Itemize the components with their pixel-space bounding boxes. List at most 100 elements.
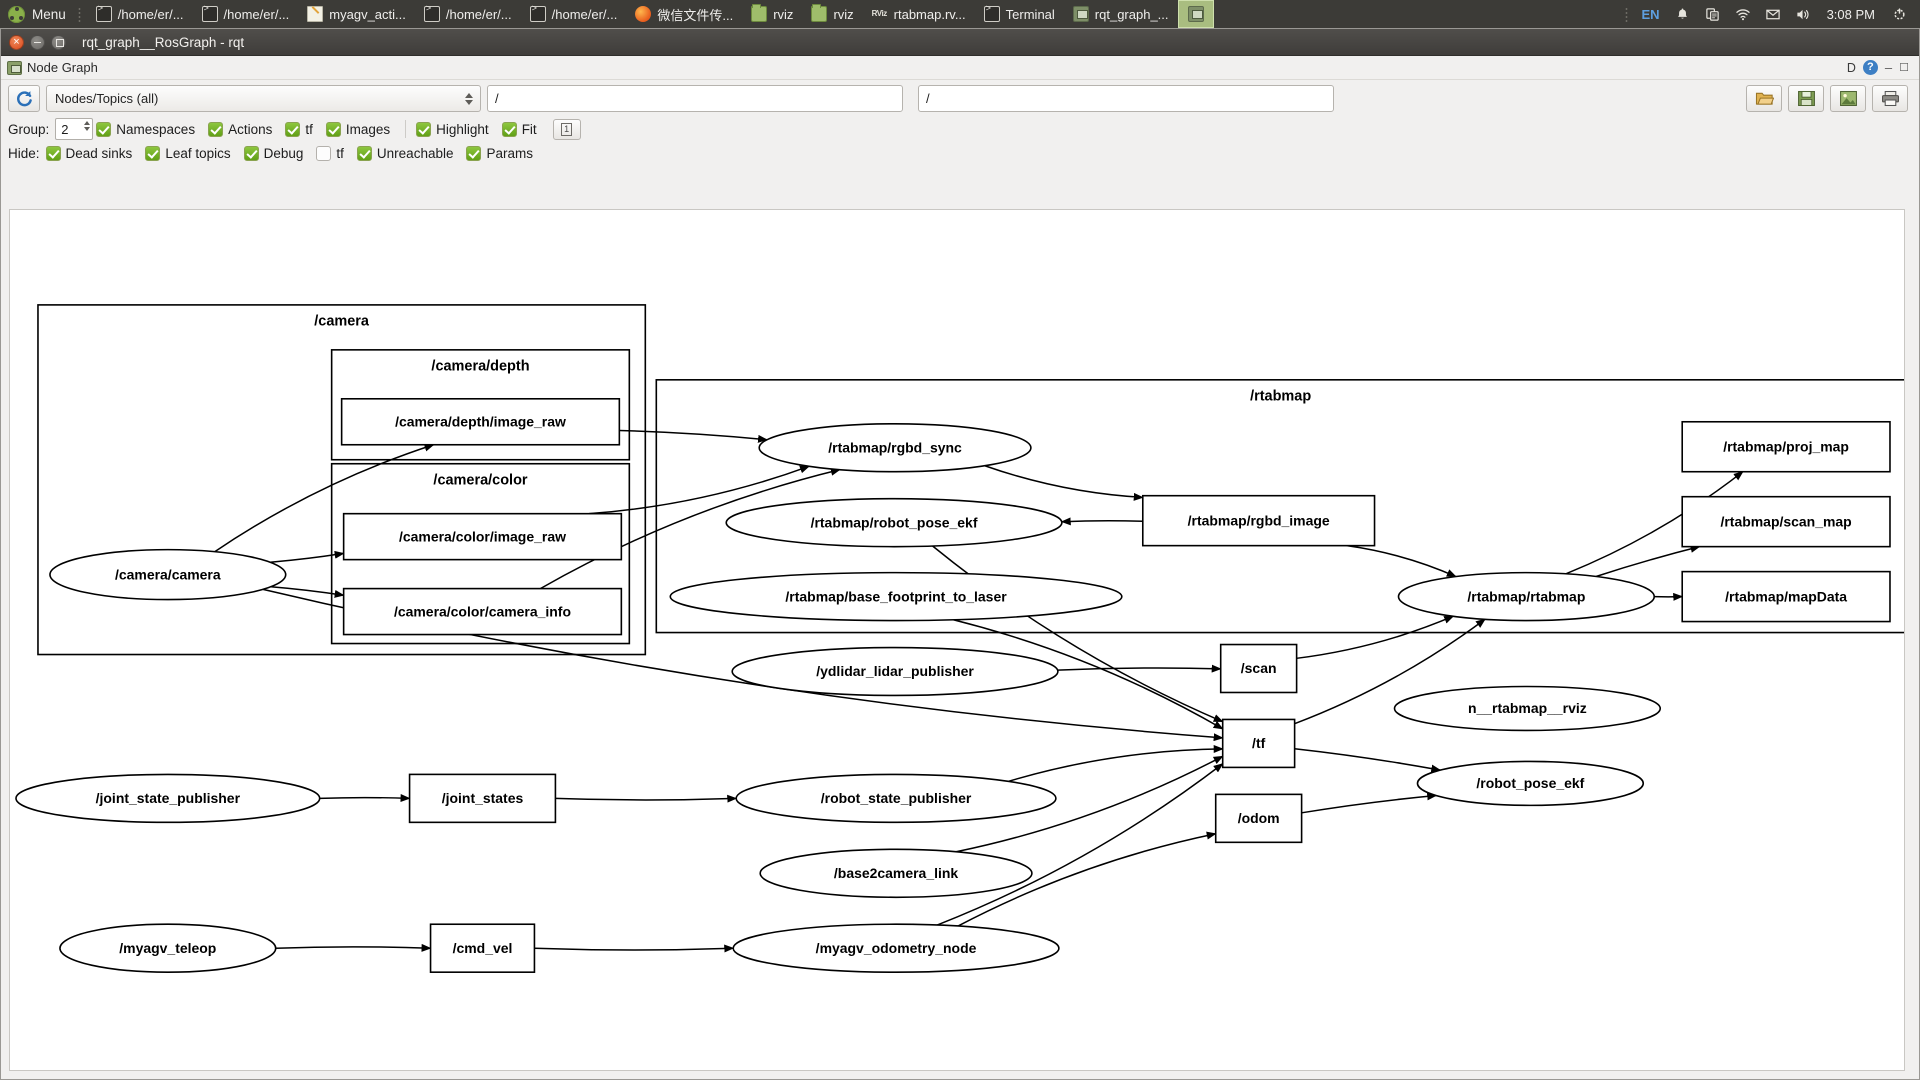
print-button[interactable] — [1872, 85, 1908, 112]
node-label: n__rtabmap__rviz — [1468, 700, 1587, 716]
close-button[interactable] — [9, 34, 24, 50]
save-dot-button[interactable] — [1788, 85, 1824, 112]
save-image-button[interactable] — [1830, 85, 1866, 112]
taskbar-item-6[interactable]: rviz — [742, 0, 802, 28]
undock-button[interactable]: – — [1885, 60, 1892, 75]
graph-node-bf_to_laser[interactable]: /rtabmap/base_footprint_to_laser — [669, 571, 1123, 622]
graph-node-rgbd_image[interactable]: /rtabmap/rgbd_image — [1141, 494, 1376, 547]
taskbar-item-label: /home/er/... — [445, 6, 512, 22]
option-namespaces[interactable]: Namespaces — [96, 121, 195, 137]
checkbox-icon — [243, 146, 259, 161]
ros-node-graph[interactable]: /camera/camera/depth/camera/color/rtabma… — [10, 210, 1904, 1071]
graph-node-robot_pose_ekf[interactable]: /robot_pose_ekf — [1416, 760, 1645, 807]
graph-canvas[interactable]: /camera/camera/depth/camera/color/rtabma… — [9, 209, 1905, 1071]
graph-node-rgbd_sync[interactable]: /rtabmap/rgbd_sync — [758, 422, 1032, 473]
taskbar-item-4[interactable]: /home/er/... — [521, 0, 627, 28]
wifi-icon[interactable] — [1728, 0, 1758, 28]
hide-params[interactable]: Params — [466, 146, 533, 161]
taskbar-item-9[interactable]: Terminal — [975, 0, 1064, 28]
graph-node-joint_states[interactable]: /joint_states — [408, 773, 557, 824]
graph-node-joint_state_pub[interactable]: /joint_state_publisher — [15, 773, 321, 824]
hide-label: Hide: — [8, 146, 40, 161]
node-filter-input[interactable]: / — [487, 85, 903, 112]
node-label: /robot_state_publisher — [821, 790, 972, 806]
taskbar-item-2[interactable]: myagv_acti... — [298, 0, 415, 28]
taskbar-item-3[interactable]: /home/er/... — [415, 0, 521, 28]
checkbox-icon — [416, 121, 432, 137]
hide-dead-sinks[interactable]: Dead sinks — [45, 146, 132, 161]
graph-node-rtabmap_node[interactable]: /rtabmap/rtabmap — [1397, 571, 1656, 622]
option-images[interactable]: Images — [325, 121, 390, 137]
checkbox-label: tf — [305, 121, 313, 137]
graph-node-scan[interactable]: /scan — [1219, 643, 1298, 694]
clock[interactable]: 3:08 PM — [1818, 7, 1884, 22]
plugin-close-button[interactable]: ☐ — [1899, 61, 1909, 74]
graph-node-scan_map[interactable]: /rtabmap/scan_map — [1681, 495, 1891, 548]
power-icon[interactable] — [1884, 0, 1914, 28]
fit-checkbox[interactable]: Fit — [501, 121, 537, 137]
hide-unreachable[interactable]: Unreachable — [356, 146, 454, 161]
taskbar-item-1[interactable]: /home/er/... — [193, 0, 299, 28]
rqt-graph-icon — [1187, 6, 1204, 22]
hide-debug[interactable]: Debug — [243, 146, 303, 161]
graph-node-base2camera[interactable]: /base2camera_link — [759, 848, 1033, 899]
taskbar-item-11[interactable] — [1177, 0, 1214, 28]
node-label: /rtabmap/scan_map — [1720, 513, 1851, 529]
taskbar-item-7[interactable]: rviz — [802, 0, 862, 28]
checkbox-label: Unreachable — [376, 146, 454, 161]
checkbox-label: Leaf topics — [165, 146, 231, 161]
ubuntu-logo-icon — [8, 5, 25, 23]
graph-node-depth_image_raw[interactable]: /camera/depth/image_raw — [340, 397, 621, 446]
graph-node-color_cam_info[interactable]: /camera/color/camera_info — [342, 587, 623, 636]
window-titlebar: rqt_graph__RosGraph - rqt — [1, 29, 1919, 56]
graph-node-rtabmap_rviz[interactable]: n__rtabmap__rviz — [1393, 685, 1662, 732]
option-tf[interactable]: tf — [285, 121, 313, 137]
option-actions[interactable]: Actions — [208, 121, 272, 137]
checkbox-icon — [316, 146, 332, 161]
graph-node-myagv_teleop[interactable]: /myagv_teleop — [59, 923, 277, 973]
graph-node-myagv_odom[interactable]: /myagv_odometry_node — [732, 923, 1060, 973]
volume-icon[interactable] — [1788, 0, 1818, 28]
load-dot-button[interactable] — [1746, 85, 1782, 112]
refresh-button[interactable] — [8, 85, 40, 112]
hide-tf[interactable]: tf — [316, 146, 344, 161]
topic-filter-input[interactable]: / — [918, 85, 1334, 112]
graph-edge-robot_state_pub-to-tf — [1008, 744, 1224, 783]
graph-node-tf[interactable]: /tf — [1221, 718, 1296, 769]
graph-type-combobox[interactable]: Nodes/Topics (all) — [46, 85, 481, 112]
taskbar-item-label: rviz — [833, 6, 854, 22]
maximize-button[interactable] — [51, 34, 66, 50]
hide-leaf-topics[interactable]: Leaf topics — [145, 146, 231, 161]
system-tray: EN 3:08 PM — [1623, 0, 1920, 28]
taskbar-item-label: /home/er/... — [551, 6, 618, 22]
graph-node-mapdata[interactable]: /rtabmap/mapData — [1681, 570, 1891, 623]
taskbar-item-8[interactable]: RViz rtabmap.rv... — [863, 0, 975, 28]
node-label: /camera/color/camera_info — [394, 603, 571, 619]
terminal-icon — [529, 4, 546, 22]
taskbar-item-0[interactable]: /home/er/... — [87, 0, 193, 28]
mail-icon[interactable] — [1758, 0, 1788, 28]
graph-node-odom[interactable]: /odom — [1214, 793, 1303, 844]
taskbar-item-5[interactable]: 微信文件传... — [626, 0, 742, 28]
graph-node-robot_pose_ekf_n[interactable]: /rtabmap/robot_pose_ekf — [725, 497, 1063, 548]
graph-node-cmd_vel[interactable]: /cmd_vel — [429, 923, 536, 973]
taskbar-item-10[interactable]: rqt_graph_... — [1064, 0, 1178, 28]
menu-button[interactable]: Menu — [0, 0, 76, 28]
graph-node-ydlidar[interactable]: /ydlidar_lidar_publisher — [731, 646, 1059, 697]
group-spinbox[interactable]: 2 — [55, 118, 94, 140]
bell-icon[interactable] — [1668, 0, 1698, 28]
graph-node-robot_state_pub[interactable]: /robot_state_publisher — [735, 773, 1057, 824]
cluster-label: /rtabmap — [1250, 389, 1311, 405]
graph-node-proj_map[interactable]: /rtabmap/proj_map — [1681, 420, 1891, 473]
highlight-checkbox[interactable]: Highlight — [416, 121, 489, 137]
fit-in-view-button[interactable]: 1 — [552, 118, 581, 140]
graph-edge-rgbd_image-to-rtabmap_node — [1346, 544, 1457, 578]
help-icon[interactable]: ? — [1862, 60, 1878, 75]
save-icon — [1797, 90, 1815, 107]
clipboard-icon[interactable] — [1698, 0, 1728, 28]
graph-edge-tf-to-robot_pose_ekf — [1294, 747, 1442, 773]
keyboard-layout-indicator[interactable]: EN — [1634, 7, 1668, 22]
graph-node-color_image_raw[interactable]: /camera/color/image_raw — [342, 512, 623, 561]
graph-node-camera_camera[interactable]: /camera/camera — [49, 548, 287, 601]
minimize-button[interactable] — [30, 34, 45, 50]
